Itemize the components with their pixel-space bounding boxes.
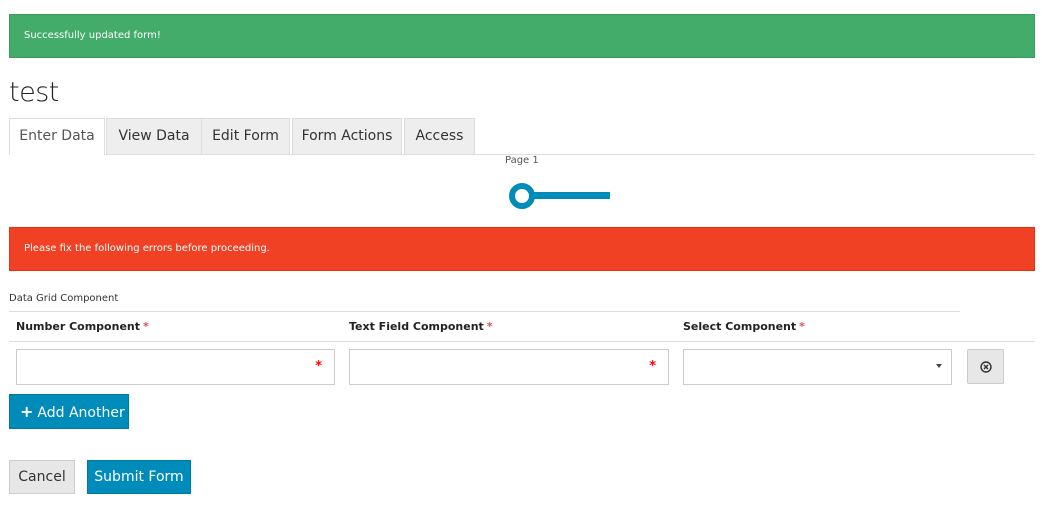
column-header-label: Select Component — [683, 320, 797, 333]
column-header-label: Number Component — [16, 320, 140, 333]
divider — [9, 311, 960, 312]
column-header-text-field: Text Field Component * — [349, 320, 493, 333]
tab-form-actions[interactable]: Form Actions — [292, 118, 402, 154]
required-star-icon: * — [649, 359, 656, 374]
tab-access[interactable]: Access — [404, 118, 475, 154]
data-grid-label: Data Grid Component — [9, 293, 119, 304]
plus-icon: + — [20, 402, 34, 421]
error-alert: Please fix the following errors before p… — [9, 227, 1035, 271]
column-header-number: Number Component * — [16, 320, 149, 333]
required-star-icon: * — [315, 359, 322, 374]
remove-circle-icon — [980, 361, 992, 373]
tab-edit-form[interactable]: Edit Form — [201, 118, 290, 154]
required-asterisk: * — [486, 320, 493, 333]
cancel-button[interactable]: Cancel — [9, 460, 75, 494]
tab-enter-data[interactable]: Enter Data — [9, 118, 105, 155]
page-title: test — [9, 77, 59, 108]
success-alert: Successfully updated form! — [9, 14, 1035, 58]
wizard-page-circle[interactable] — [509, 183, 535, 209]
divider — [9, 341, 1035, 342]
submit-button[interactable]: Submit Form — [87, 460, 191, 494]
tab-view-data[interactable]: View Data — [106, 118, 202, 154]
error-alert-text: Please fix the following errors before p… — [24, 243, 270, 254]
column-header-label: Text Field Component — [349, 320, 484, 333]
add-another-button[interactable]: + Add Another — [9, 394, 129, 429]
wizard-page-label: Page 1 — [505, 155, 539, 166]
form-tabs: Enter Data View Data Edit Form Form Acti… — [9, 118, 1035, 155]
required-asterisk: * — [143, 320, 149, 333]
caret-down-icon — [936, 364, 942, 368]
column-header-select: Select Component * — [683, 320, 805, 333]
wizard-page-indicator[interactable] — [508, 182, 612, 210]
success-alert-text: Successfully updated form! — [24, 30, 161, 41]
remove-row-button[interactable] — [967, 349, 1004, 384]
wizard-progress-bar — [530, 192, 610, 199]
add-another-label: Add Another — [37, 405, 125, 421]
number-input[interactable]: * — [16, 349, 335, 385]
select-dropdown[interactable] — [683, 349, 952, 385]
required-asterisk: * — [799, 320, 805, 333]
text-field-input[interactable]: * — [349, 349, 669, 385]
